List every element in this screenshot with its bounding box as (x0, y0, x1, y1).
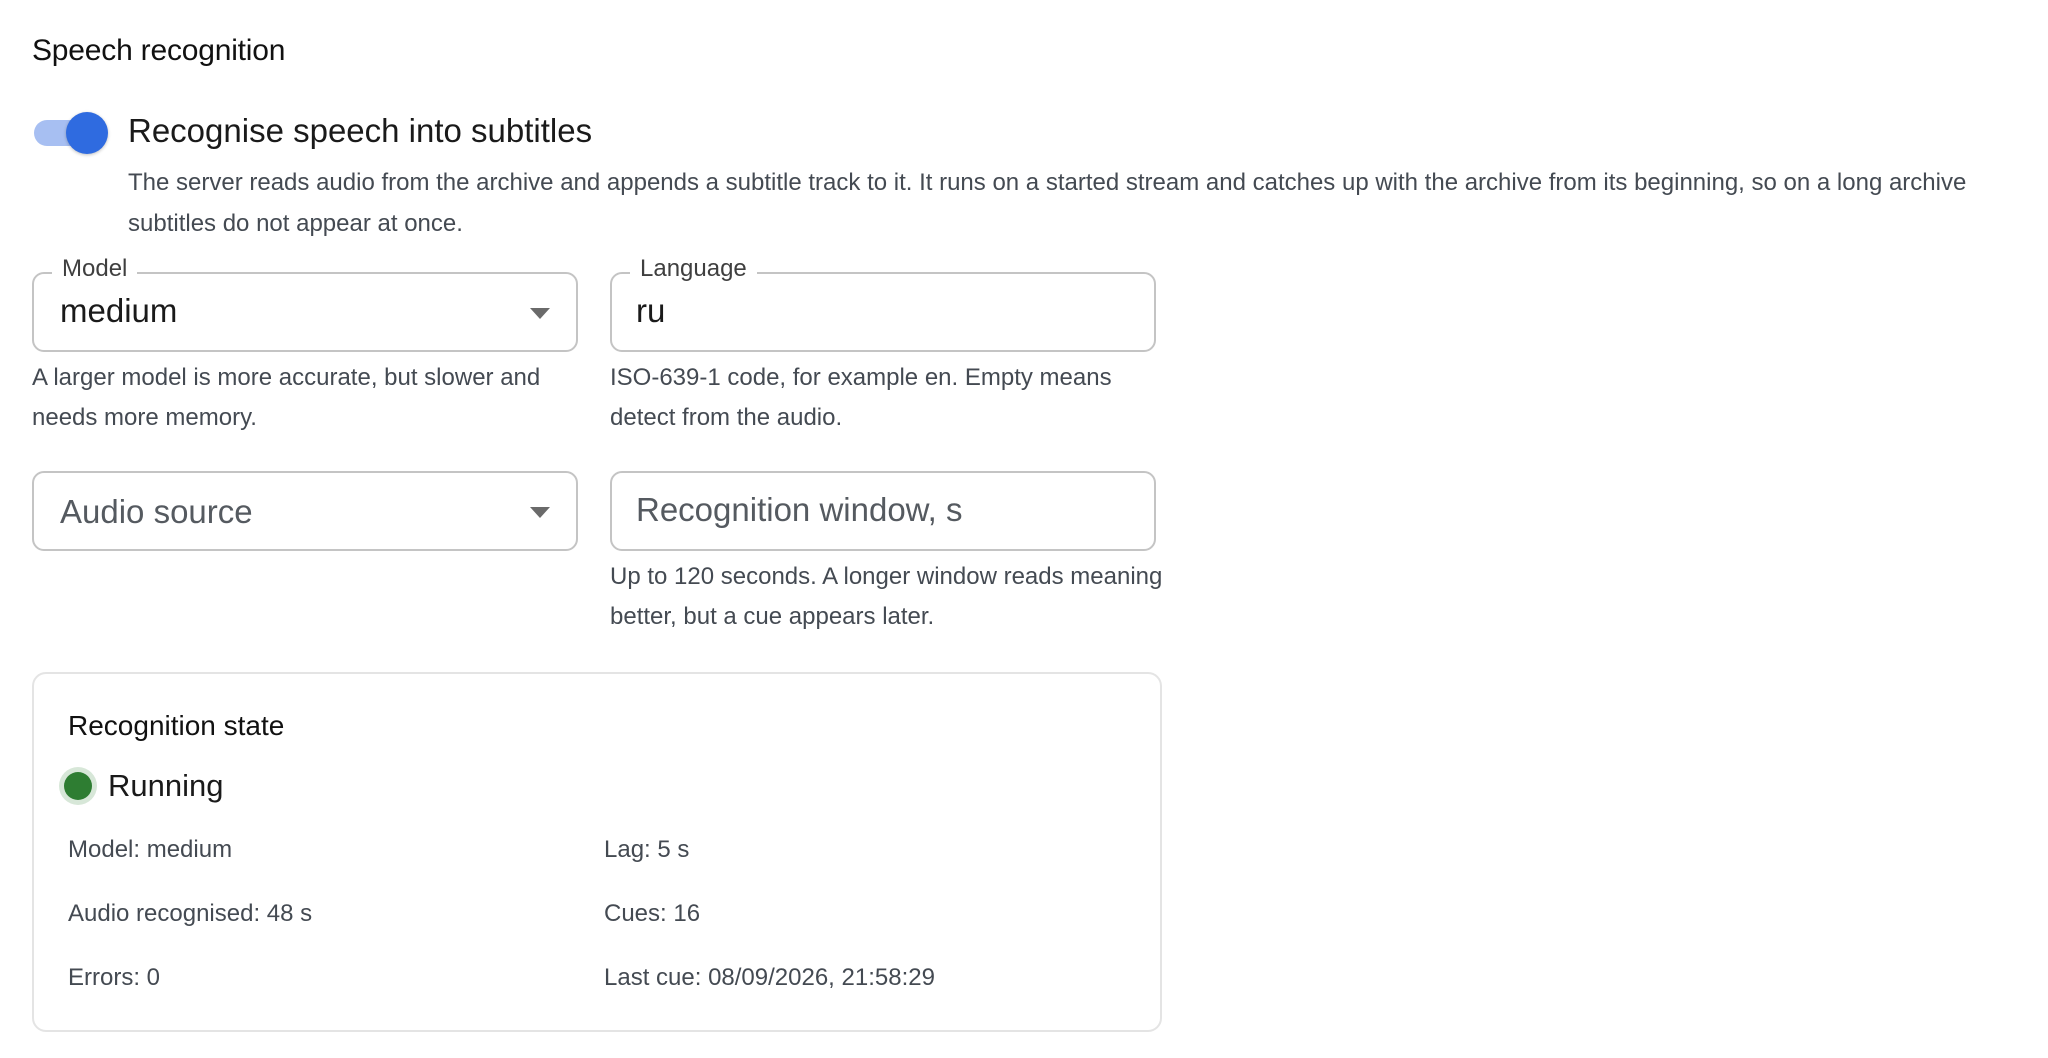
chevron-down-icon (530, 507, 550, 518)
chevron-down-icon (530, 308, 550, 319)
stat-cues: Cues: 16 (604, 900, 701, 927)
model-label: Model (52, 255, 138, 283)
stat-model: Model: medium (68, 836, 233, 863)
stat-lag: Lag: 5 s (604, 836, 690, 863)
language-help-text: ISO-639-1 code, for example en. Empty me… (610, 364, 1112, 431)
toggle-label[interactable]: Recognise speech into subtitles (128, 112, 592, 150)
stat-last-cue: Last cue: 08/09/2026, 21:58:29 (604, 964, 935, 991)
language-label: Language (630, 255, 757, 283)
recognition-window-input[interactable] (636, 487, 1118, 533)
recognition-window-field[interactable] (610, 471, 1156, 551)
speech-recognition-settings: Speech recognition Recognise speech into… (0, 0, 2048, 1058)
model-value: medium (60, 292, 178, 329)
stat-errors: Errors: 0 (68, 964, 161, 991)
stat-audio-recognised: Audio recognised: 48 s (68, 900, 313, 927)
audio-source-select[interactable]: Audio source (32, 471, 578, 551)
toggle-help-text: The server reads audio from the archive … (128, 169, 1967, 237)
language-input[interactable] (636, 288, 1118, 334)
language-field[interactable]: Language (610, 255, 1156, 352)
model-select[interactable]: Model medium (32, 255, 578, 352)
section-title: Speech recognition (32, 34, 286, 67)
recognition-state-title: Recognition state (68, 710, 285, 741)
model-help-text: A larger model is more accurate, but slo… (32, 364, 541, 431)
toggle-thumb (66, 112, 108, 154)
recognise-speech-toggle[interactable] (34, 112, 108, 154)
recognition-window-help-text: Up to 120 seconds. A longer window reads… (610, 563, 1163, 630)
recognition-state-card: Recognition state Running Model: medium … (32, 672, 1162, 1032)
audio-source-placeholder: Audio source (60, 493, 253, 530)
status-text: Running (108, 768, 224, 803)
status-indicator-icon (64, 772, 92, 800)
